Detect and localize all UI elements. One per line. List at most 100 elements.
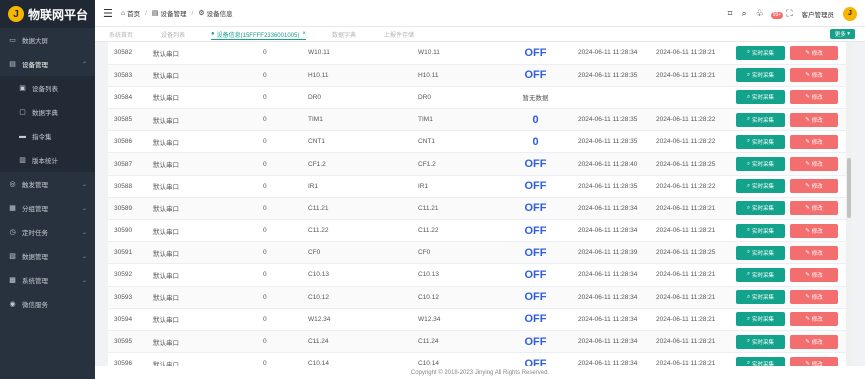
realtime-collect-button[interactable]: ⌕ 实时采集 bbox=[736, 267, 785, 282]
cell-collect-time: 2024-06-11 11:28:34 bbox=[578, 263, 656, 287]
cell-zero: 0 bbox=[263, 263, 308, 287]
tab-home[interactable]: 系统首页 bbox=[109, 29, 133, 40]
edit-button[interactable]: ✎ 修改 bbox=[790, 356, 838, 366]
edit-button[interactable]: ✎ 修改 bbox=[790, 312, 838, 327]
edit-button[interactable]: ✎ 修改 bbox=[790, 45, 838, 60]
realtime-collect-button[interactable]: ⌕ 实时采集 bbox=[736, 68, 785, 83]
edit-button[interactable]: ✎ 修改 bbox=[790, 267, 838, 282]
realtime-collect-button[interactable]: ⌕ 实时采集 bbox=[736, 134, 785, 149]
edit-icon: ✎ bbox=[805, 294, 810, 301]
realtime-collect-button[interactable]: ⌕ 实时采集 bbox=[736, 245, 785, 260]
table-row: 30590 默认串口 0 C11.22 C11.22 OFF 2024-06-11 11:2… bbox=[108, 219, 852, 243]
table-row: 30588 默认串口 0 IR1 IR1 OFF 2024-06-11 11:28:35 20… bbox=[108, 175, 852, 198]
cell-update-time: 2024-06-11 11:28:21 bbox=[656, 352, 736, 366]
tab-device-list[interactable]: 设备列表 bbox=[161, 29, 185, 40]
realtime-collect-button[interactable]: ⌕ 实时采集 bbox=[736, 157, 785, 172]
edit-icon: ✎ bbox=[805, 227, 810, 234]
edit-button[interactable]: ✎ 修改 bbox=[790, 201, 838, 216]
bell-icon[interactable]: ♪99+ bbox=[770, 9, 784, 19]
button-label: 修改 bbox=[811, 50, 823, 57]
button-label: 修改 bbox=[811, 162, 823, 169]
sidebar-item-11[interactable]: ◉ 微信服务 bbox=[0, 292, 95, 316]
realtime-collect-button[interactable]: ⌕ 实时采集 bbox=[736, 223, 785, 238]
gear-icon: ⚙ bbox=[198, 10, 205, 17]
sidebar-item-10[interactable]: ▩ 系统管理 ⌄ bbox=[0, 268, 95, 292]
search-icon[interactable]: ⌕ bbox=[742, 8, 747, 19]
cell-name: CNT1 bbox=[308, 130, 418, 154]
cell-name2: C11.21 bbox=[418, 197, 493, 221]
brand-logo[interactable]: J 物联网平台 bbox=[0, 0, 95, 28]
sidebar-item-label: 数据字典 bbox=[32, 110, 58, 117]
avatar[interactable]: J bbox=[843, 6, 857, 21]
cell-name2: C10.14 bbox=[418, 352, 493, 366]
cell-name: C10.12 bbox=[308, 286, 418, 309]
cell-id: 30584 bbox=[108, 86, 153, 110]
table-row: 30594 默认串口 0 W12.34 W12.34 OFF 2024-06-11 11:2… bbox=[108, 308, 852, 331]
sidebar-item-0[interactable]: ▭ 数据大屏 bbox=[0, 28, 95, 52]
cell-value: OFF bbox=[493, 286, 578, 309]
button-label: 实时采集 bbox=[752, 206, 775, 213]
realtime-collect-button[interactable]: ⌕ 实时采集 bbox=[736, 201, 785, 216]
edit-button[interactable]: ✎ 修改 bbox=[790, 157, 838, 172]
cell-zero: 0 bbox=[263, 241, 308, 265]
edit-button[interactable]: ✎ 修改 bbox=[790, 112, 838, 127]
fullscreen-icon[interactable]: ⛶ bbox=[786, 8, 792, 19]
cell-name: C10.14 bbox=[308, 352, 418, 366]
scrollbar-thumb[interactable] bbox=[847, 158, 851, 218]
search-icon: ⌕ bbox=[746, 182, 751, 189]
tab-device-info[interactable]: ● 设备信息(15FFFF2336001005) × bbox=[211, 29, 306, 40]
device-icon: ▤ bbox=[151, 10, 159, 17]
realtime-collect-button[interactable]: ⌕ 实时采集 bbox=[736, 334, 785, 349]
edit-icon: ✎ bbox=[805, 116, 810, 123]
sidebar-item-4[interactable]: ▬ 指令集 bbox=[0, 124, 95, 148]
tab-dictionary[interactable]: 数据字典 bbox=[332, 29, 356, 40]
menu-toggle-icon[interactable]: ☰ bbox=[103, 7, 113, 20]
table-row: 30587 默认串口 0 CF1.2 CF1.2 OFF 2024-06-11 11:28:… bbox=[108, 152, 852, 176]
cell-value: OFF bbox=[493, 241, 578, 265]
realtime-collect-button[interactable]: ⌕ 实时采集 bbox=[736, 312, 785, 327]
edit-button[interactable]: ✎ 修改 bbox=[790, 134, 838, 149]
close-icon[interactable]: × bbox=[302, 31, 306, 37]
cell-name2: CNT1 bbox=[418, 130, 493, 154]
edit-button[interactable]: ✎ 修改 bbox=[790, 334, 838, 349]
realtime-collect-button[interactable]: ⌕ 实时采集 bbox=[736, 45, 785, 60]
sidebar-item-3[interactable]: ▢ 数据字典 bbox=[0, 100, 95, 124]
cell-update-time: 2024-06-11 11:28:21 bbox=[656, 286, 736, 309]
sidebar-item-2[interactable]: ▣ 设备列表 bbox=[0, 76, 95, 100]
code-icon[interactable]: ⌗ bbox=[727, 8, 732, 19]
realtime-collect-button[interactable]: ⌕ 实时采集 bbox=[736, 112, 785, 127]
cell-collect-time: 2024-06-11 11:28:34 bbox=[578, 219, 656, 243]
sidebar-item-5[interactable]: ▥ 版本统计 bbox=[0, 148, 95, 172]
button-label: 修改 bbox=[811, 250, 823, 257]
breadcrumb-item-home[interactable]: 首页 bbox=[127, 8, 140, 18]
table-row: 30593 默认串口 0 C10.12 C10.12 OFF 2024-06-11 11:2… bbox=[108, 286, 852, 309]
scrollbar[interactable] bbox=[846, 42, 852, 366]
edit-button[interactable]: ✎ 修改 bbox=[790, 245, 838, 260]
tab-storage[interactable]: 上报件存储 bbox=[384, 29, 414, 40]
sidebar-item-9[interactable]: ▧ 数据管理 ⌄ bbox=[0, 244, 95, 268]
cell-name2: C10.13 bbox=[418, 263, 493, 287]
shirt-icon[interactable]: ♧ bbox=[756, 8, 764, 19]
realtime-collect-button[interactable]: ⌕ 实时采集 bbox=[736, 290, 785, 305]
breadcrumb-item-device[interactable]: 设备管理 bbox=[161, 8, 187, 18]
realtime-collect-button[interactable]: ⌕ 实时采集 bbox=[736, 90, 785, 105]
sidebar-item-6[interactable]: ◎ 触发管理 ⌄ bbox=[0, 172, 95, 196]
realtime-collect-button[interactable]: ⌕ 实时采集 bbox=[736, 179, 785, 194]
button-label: 实时采集 bbox=[752, 228, 775, 235]
sidebar-item-8[interactable]: ◷ 定时任务 ⌄ bbox=[0, 220, 95, 244]
realtime-collect-button[interactable]: ⌕ 实时采集 bbox=[736, 356, 785, 366]
sidebar-item-1[interactable]: ▤ 设备管理 ⌃ bbox=[0, 52, 95, 76]
button-label: 实时采集 bbox=[752, 50, 775, 57]
edit-button[interactable]: ✎ 修改 bbox=[790, 223, 838, 238]
sidebar-item-7[interactable]: ▦ 分组管理 ⌄ bbox=[0, 196, 95, 220]
cell-name: H10.11 bbox=[308, 64, 418, 87]
edit-button[interactable]: ✎ 修改 bbox=[790, 68, 838, 83]
table-row: 30584 默认串口 0 DR0 DR0 暂无数据 ⌕ 实时采集 ✎ 修改 bbox=[108, 86, 852, 110]
more-button[interactable]: 更多 ▾ bbox=[829, 29, 855, 39]
edit-button[interactable]: ✎ 修改 bbox=[790, 179, 838, 194]
edit-button[interactable]: ✎ 修改 bbox=[790, 90, 838, 105]
user-name[interactable]: 客户管理员 bbox=[802, 9, 835, 19]
cell-id: 30594 bbox=[108, 308, 153, 331]
edit-button[interactable]: ✎ 修改 bbox=[790, 290, 838, 305]
group-icon: ▦ bbox=[9, 205, 16, 212]
